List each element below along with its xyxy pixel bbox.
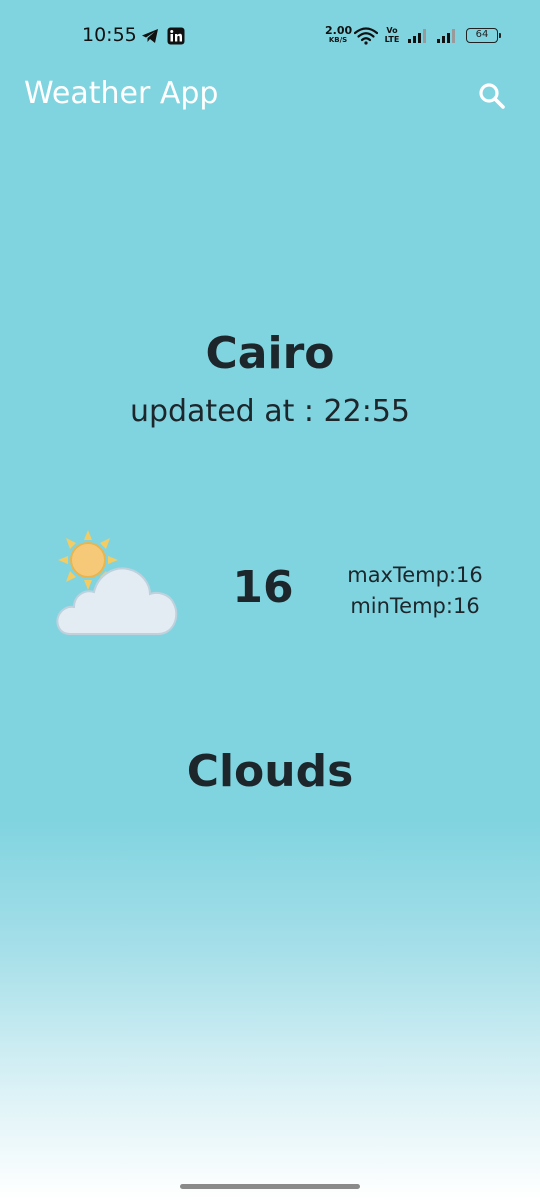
volte-bottom-text: LTE [384, 35, 400, 44]
wifi-icon [354, 27, 378, 45]
updated-time: updated at : 22:55 [129, 394, 411, 429]
status-bar: 10:55 2.00 KB/S Vo LTE 64 [0, 0, 540, 72]
signal-icon-sim1 [408, 29, 426, 43]
status-time: 10:55 [82, 24, 137, 46]
partly-cloudy-icon [56, 530, 178, 635]
battery-icon: 64 [466, 28, 501, 43]
volte-top-text: Vo [386, 26, 398, 35]
app-bar: Weather App [0, 72, 540, 118]
temperature-range: maxTemp:16 minTemp:16 [340, 560, 490, 622]
current-temperature: 16 [232, 562, 294, 613]
app-title: Weather App [24, 76, 219, 111]
search-button[interactable] [474, 78, 510, 114]
telegram-icon [142, 29, 158, 43]
search-icon [479, 83, 505, 109]
network-speed-unit: KB/S [328, 36, 348, 44]
home-indicator[interactable] [180, 1184, 360, 1189]
cloud-shape [56, 567, 178, 635]
volte-indicator: Vo LTE [382, 26, 402, 44]
min-temperature: minTemp:16 [350, 594, 480, 618]
city-name: Cairo [205, 328, 335, 379]
max-temperature: maxTemp:16 [347, 563, 483, 587]
network-speed: 2.00 KB/S [325, 25, 352, 44]
weather-condition: Clouds [186, 746, 354, 797]
linkedin-icon [167, 27, 185, 45]
signal-icon-sim2 [437, 29, 455, 43]
